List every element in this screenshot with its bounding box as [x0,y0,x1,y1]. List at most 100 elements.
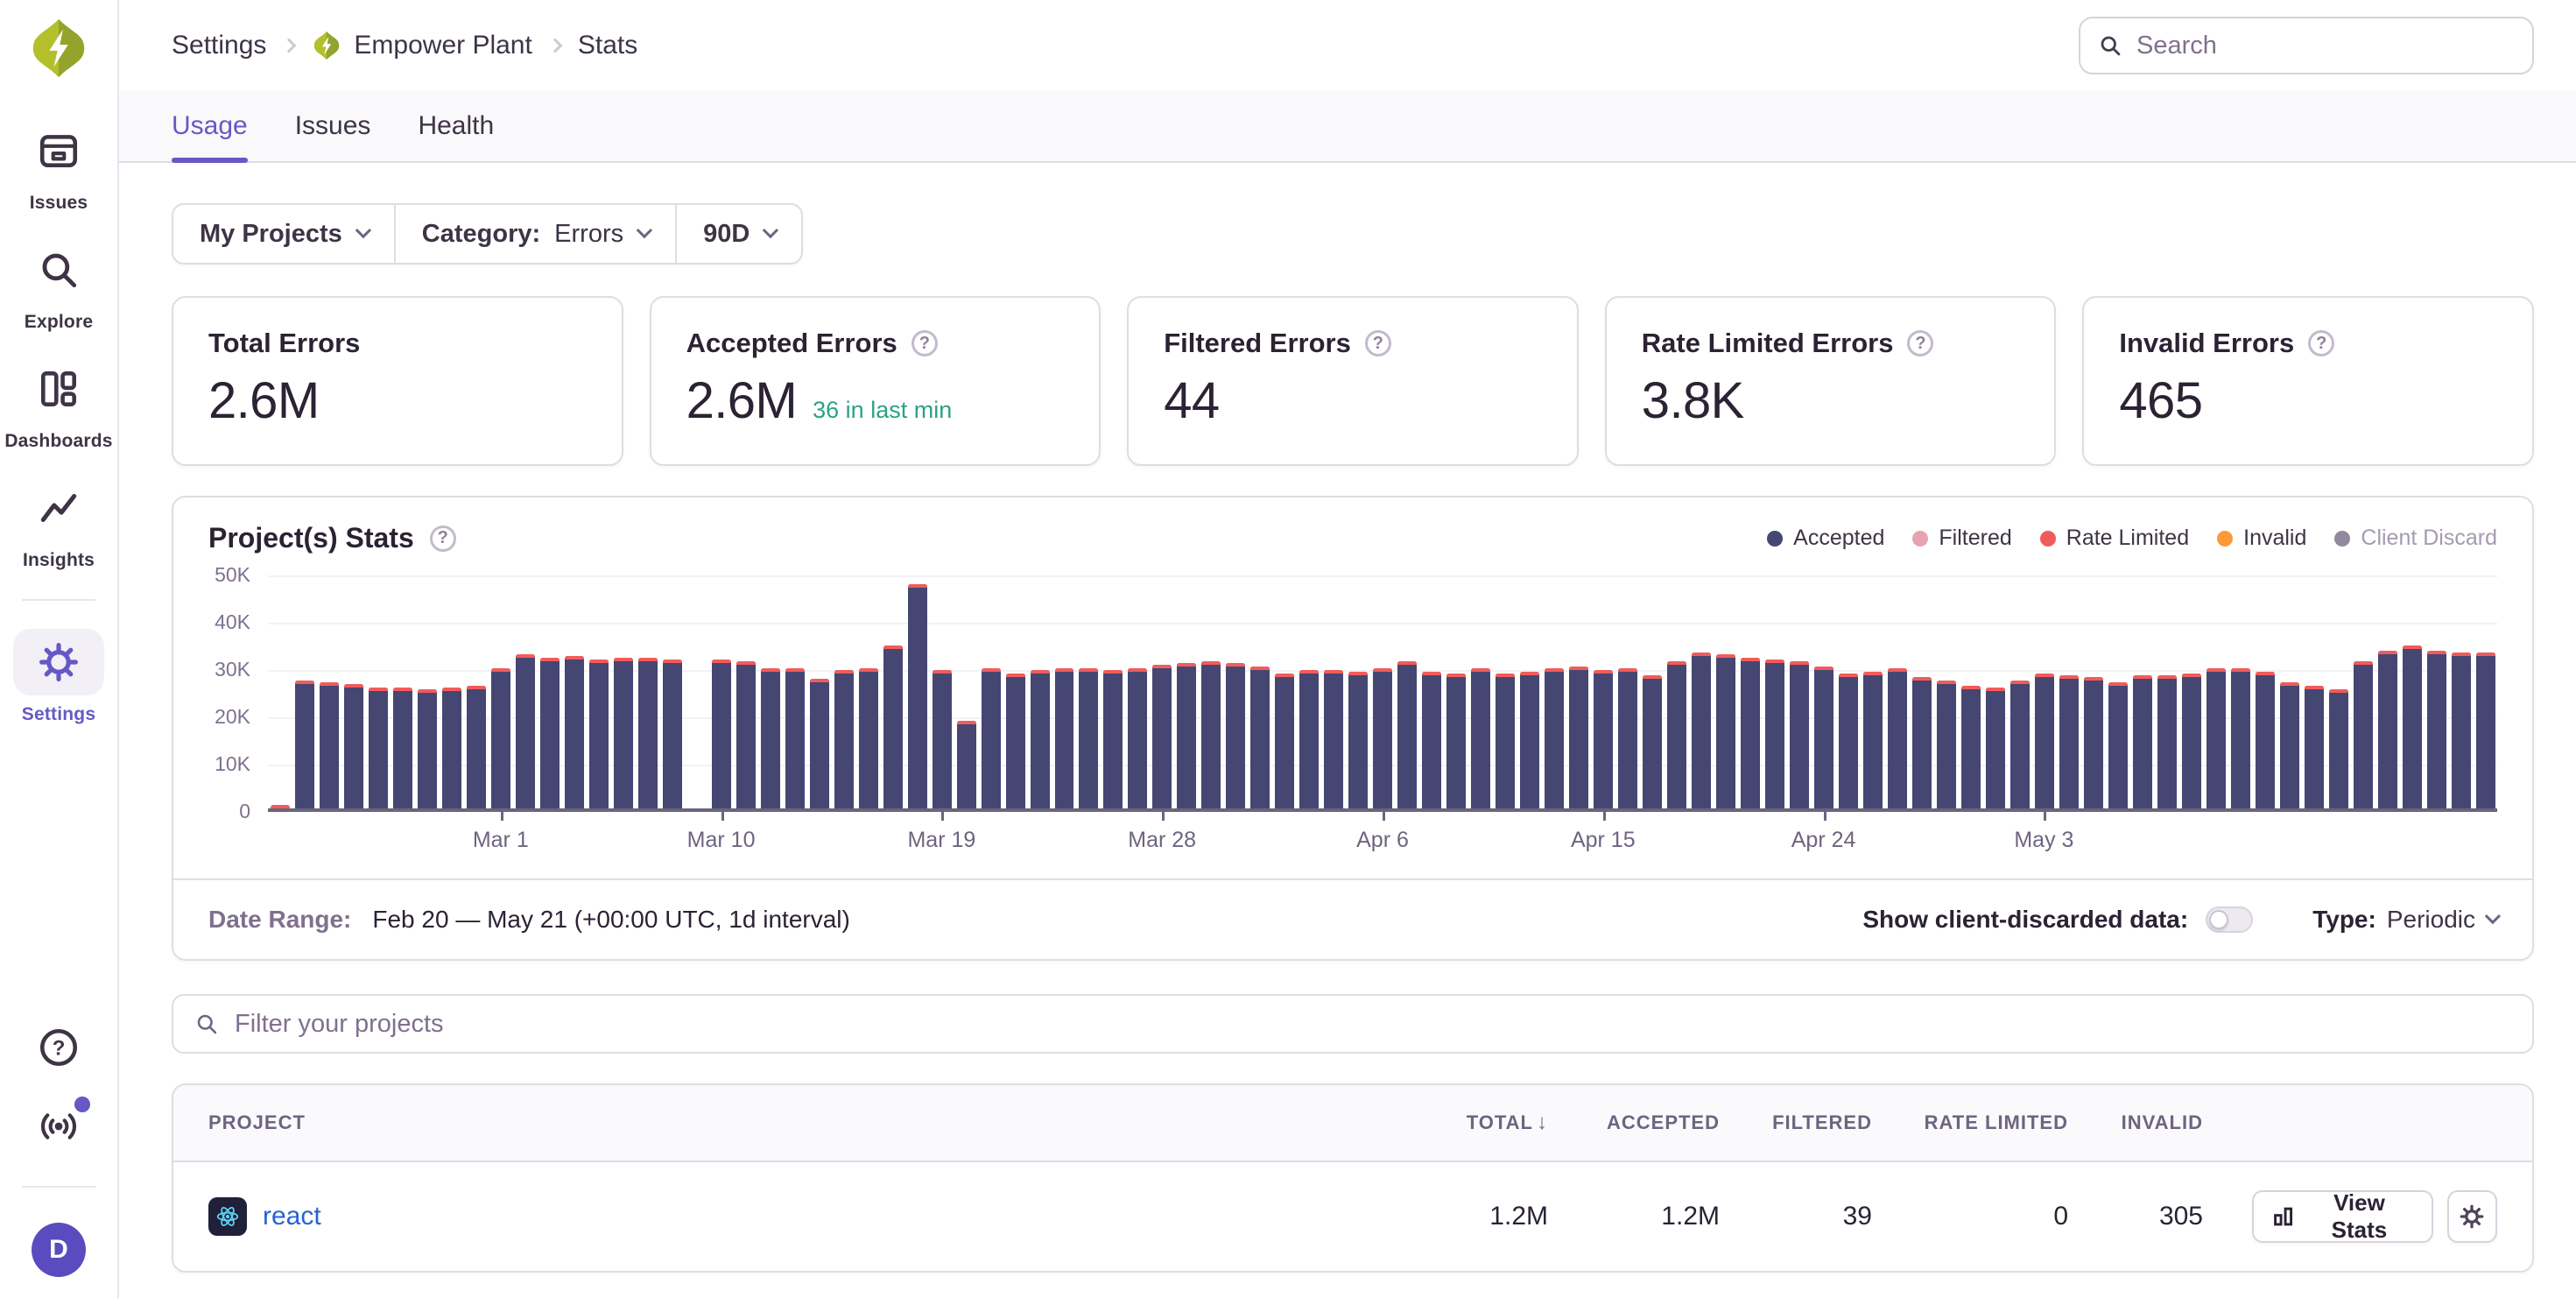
bar[interactable] [1520,672,1539,808]
bar[interactable] [736,661,756,808]
project-link[interactable]: react [263,1202,321,1231]
bar[interactable] [2182,674,2201,808]
bar[interactable] [785,668,805,808]
tab-issues[interactable]: Issues [295,91,371,161]
bar[interactable] [883,645,903,808]
bar[interactable] [2133,675,2152,808]
bar[interactable] [663,660,682,808]
bar[interactable] [1471,668,1490,808]
breadcrumb-org[interactable]: Empower Plant [312,31,531,60]
bar[interactable] [1055,668,1074,808]
bar[interactable] [2256,672,2275,808]
sidebar-item-insights[interactable]: Insights [0,475,117,571]
bar[interactable] [1643,675,1662,808]
bar[interactable] [2035,674,2054,808]
bar[interactable] [1986,688,2005,808]
bar[interactable] [1839,674,1858,808]
bar[interactable] [810,679,829,808]
bar[interactable] [2231,668,2250,808]
bar[interactable] [859,668,878,808]
bar[interactable] [1545,668,1564,808]
bar[interactable] [1226,663,1245,808]
bar[interactable] [638,658,658,808]
help-icon[interactable]: ? [34,1023,83,1072]
bar[interactable] [1250,667,1270,808]
bar[interactable] [1814,667,1833,808]
bar[interactable] [369,688,388,808]
project-filter-box[interactable] [172,994,2534,1054]
help-icon[interactable]: ? [1365,330,1391,356]
bar[interactable] [1496,674,1515,808]
type-dropdown[interactable]: Type: Periodic [2312,906,2497,934]
global-search[interactable] [2079,17,2534,74]
bar[interactable] [1373,668,1392,808]
bar[interactable] [1912,677,1932,808]
legend-item-invalid[interactable]: Invalid [2217,526,2306,551]
bar[interactable] [2010,681,2030,808]
sidebar-item-dashboards[interactable]: Dashboards [0,356,117,452]
legend-item-filtered[interactable]: Filtered [1912,526,2011,551]
bar[interactable] [1275,674,1294,808]
chart-plot[interactable] [268,575,2497,812]
bar[interactable] [2354,661,2373,808]
bar[interactable] [908,584,927,808]
sidebar-item-explore[interactable]: Explore [0,236,117,333]
bar[interactable] [957,721,976,808]
bar[interactable] [933,670,952,808]
bar[interactable] [2452,653,2471,808]
projects-filter-dropdown[interactable]: My Projects [173,205,394,263]
bar[interactable] [295,681,314,808]
bar[interactable] [1692,653,1711,808]
bar[interactable] [2378,651,2397,808]
column-header-project[interactable]: PROJECT [208,1111,1390,1134]
bar[interactable] [712,660,731,808]
broadcast-icon[interactable] [34,1102,83,1151]
bar[interactable] [1961,686,1981,808]
tab-health[interactable]: Health [418,91,494,161]
bar[interactable] [2427,651,2446,808]
bar[interactable] [2157,675,2177,808]
bar[interactable] [1201,661,1221,808]
bar[interactable] [761,668,780,808]
bar[interactable] [2108,682,2128,808]
bar[interactable] [2206,668,2226,808]
column-header-total[interactable]: TOTAL↓ [1390,1111,1548,1135]
bar[interactable] [1006,674,1025,808]
bar[interactable] [1618,668,1637,808]
bar[interactable] [589,660,609,808]
bar[interactable] [1348,672,1368,808]
bar[interactable] [1765,660,1784,808]
bar[interactable] [1446,674,1466,808]
view-stats-button[interactable]: View Stats [2252,1190,2433,1243]
bar[interactable] [1569,667,1588,808]
bar[interactable] [1741,658,1760,808]
search-input[interactable] [2136,32,2515,60]
bar[interactable] [1790,661,1809,808]
bar[interactable] [467,686,486,808]
bar[interactable] [491,668,510,808]
help-icon[interactable]: ? [430,526,456,552]
bar[interactable] [1079,668,1098,808]
sidebar-item-settings[interactable]: Settings [0,629,117,725]
bar[interactable] [982,668,1001,808]
project-settings-button[interactable] [2447,1190,2497,1243]
legend-item-rate-limited[interactable]: Rate Limited [2040,526,2189,551]
bar[interactable] [1324,670,1343,808]
bar[interactable] [834,670,854,808]
bar[interactable] [2476,653,2495,808]
bar[interactable] [2059,675,2079,808]
bar[interactable] [2280,682,2299,808]
bar[interactable] [614,658,633,808]
bar[interactable] [1888,668,1907,808]
column-header-rate-limited[interactable]: RATE LIMITED [1872,1111,2068,1134]
tab-usage[interactable]: Usage [172,91,248,161]
sidebar-item-issues[interactable]: Issues [0,117,117,214]
bar[interactable] [2084,677,2103,808]
column-header-invalid[interactable]: INVALID [2068,1111,2203,1134]
bar[interactable] [442,688,461,808]
breadcrumb-stats[interactable]: Stats [578,31,637,60]
bar[interactable] [1177,663,1196,808]
legend-item-accepted[interactable]: Accepted [1767,526,1884,551]
bar[interactable] [1103,670,1123,808]
bar[interactable] [1299,670,1319,808]
